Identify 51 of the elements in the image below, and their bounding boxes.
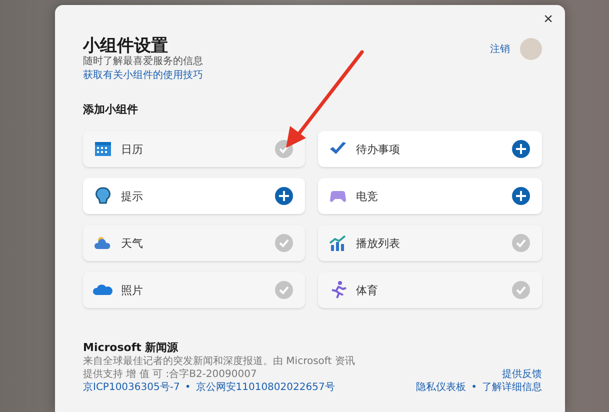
tips-link[interactable]: 获取有关小组件的使用技巧 <box>83 68 490 82</box>
widget-tile[interactable]: 天气 <box>83 225 305 261</box>
section-title: 添加小组件 <box>83 102 139 117</box>
news-description: 来自全球最佳记者的突发新闻和深度报道。由 Microsoft 资讯 <box>83 355 355 368</box>
add-button[interactable] <box>512 140 530 158</box>
learn-more-link[interactable]: 了解详细信息 <box>482 381 542 394</box>
widget-label: 照片 <box>121 282 144 298</box>
check-icon <box>516 238 526 248</box>
dialog-subtitle: 随时了解最喜爱服务的信息 <box>83 56 204 68</box>
added-check-button[interactable] <box>512 234 530 252</box>
widget-tile[interactable]: 照片 <box>83 272 305 308</box>
sign-out-link[interactable]: 注销 <box>490 42 510 56</box>
check-icon <box>279 285 289 295</box>
added-check-button[interactable] <box>275 281 293 299</box>
widget-tile[interactable]: 待办事项 <box>318 131 542 167</box>
widget-tile[interactable]: 提示 <box>83 178 305 214</box>
icp-link[interactable]: 京ICP10036305号-7 <box>83 381 180 394</box>
widget-tile[interactable]: 电竞 <box>318 178 542 214</box>
privacy-dashboard-link[interactable]: 隐私仪表板 <box>416 381 466 394</box>
dialog-title: 小组件设置 <box>83 36 169 56</box>
bar-chart-icon <box>328 233 348 253</box>
separator-dot: • <box>184 381 191 394</box>
check-icon <box>279 144 289 154</box>
widget-label: 日历 <box>121 142 144 156</box>
widget-label: 提示 <box>121 188 144 204</box>
check-icon <box>279 238 289 248</box>
add-button[interactable] <box>512 187 530 205</box>
added-check-button[interactable] <box>275 234 293 252</box>
calendar-icon <box>93 139 113 159</box>
license-text: 提供支持 增 值 可 :合字B2-20090007 <box>83 368 258 381</box>
feedback-link[interactable]: 提供反馈 <box>502 367 542 381</box>
plus-icon <box>279 191 289 201</box>
plus-icon <box>516 144 526 154</box>
add-button[interactable] <box>275 187 293 205</box>
widget-label: 电竞 <box>356 188 379 204</box>
news-title: Microsoft 新闻源 <box>83 341 180 355</box>
widget-tile[interactable]: 体育 <box>318 272 542 308</box>
added-check-button[interactable] <box>512 281 530 299</box>
lightbulb-icon <box>93 186 113 206</box>
avatar[interactable] <box>520 38 542 60</box>
plus-icon <box>516 191 526 201</box>
close-button[interactable]: × <box>542 12 555 28</box>
check-icon <box>516 285 526 295</box>
police-record-link[interactable]: 京公网安11010802022657号 <box>196 381 335 394</box>
widget-label: 播放列表 <box>356 236 401 250</box>
widget-tile[interactable]: 播放列表 <box>318 225 542 261</box>
widget-tile[interactable]: 日历 <box>83 131 305 167</box>
widget-label: 体育 <box>356 282 379 298</box>
separator-dot: • <box>471 381 477 394</box>
widget-label: 天气 <box>121 236 144 250</box>
widget-label: 待办事项 <box>356 142 401 156</box>
